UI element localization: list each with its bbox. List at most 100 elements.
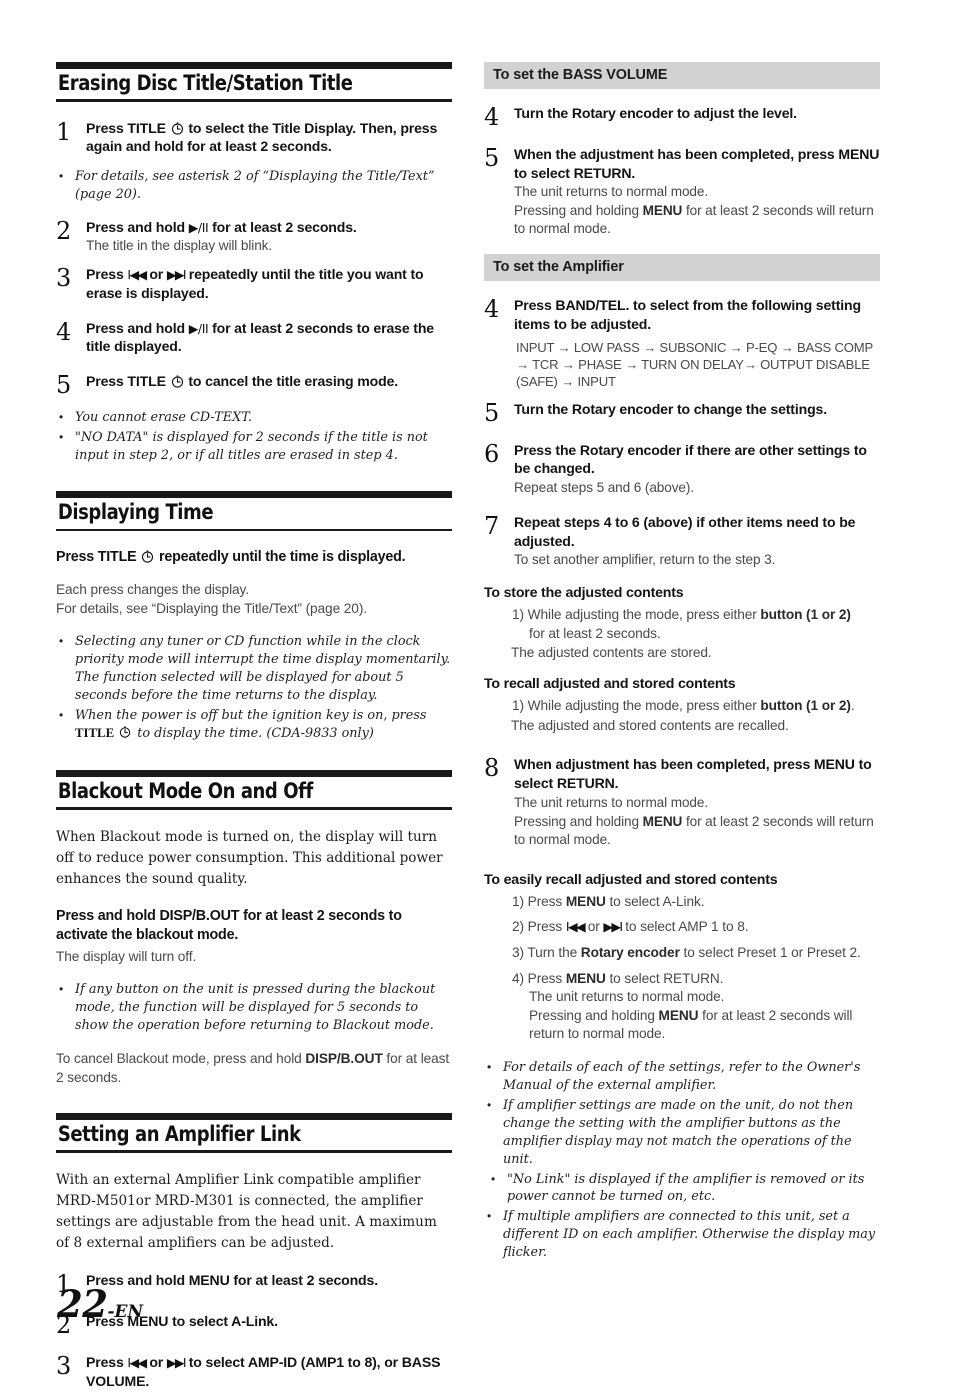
step-number: 4: [484, 295, 500, 324]
closing-line: To cancel Blackout mode, press and hold …: [56, 1050, 450, 1085]
step-subtext: The title in the display will blink.: [86, 238, 273, 254]
heading-rule-top: [56, 769, 452, 777]
step-number: 8: [484, 754, 500, 783]
section-title: Displaying Time: [57, 500, 214, 526]
step-number: 5: [56, 370, 72, 399]
ordered-list: 1) While adjusting the mode, press eithe…: [511, 697, 880, 735]
list-subtext: The unit returns to normal mode.: [529, 989, 725, 1005]
section-title: Blackout Mode On and Off: [57, 778, 313, 804]
list-note: The adjusted contents are stored.: [511, 645, 712, 661]
note-item: • If multiple amplifiers are connected t…: [484, 1208, 880, 1262]
note-item: • For details, see asterisk 2 of “Displa…: [56, 168, 452, 204]
list-item: 1) Press MENU to select A-Link.: [512, 893, 705, 909]
section-title: Erasing Disc Title/Station Title: [57, 71, 353, 96]
step-text: When the adjustment has been completed, …: [514, 146, 880, 181]
section-heading-erasing-disc-title: Erasing Disc Title/Station Title: [56, 62, 452, 102]
note-text: Selecting any tuner or CD function while…: [75, 634, 451, 704]
bullet-icon: •: [59, 708, 64, 723]
step-text: Press I◀◀ or ▶▶I to select AMP-ID (AMP1 …: [86, 1353, 441, 1389]
note-text: If any button on the unit is pressed dur…: [75, 981, 436, 1033]
bullet-icon: •: [59, 634, 64, 649]
left-column: Erasing Disc Title/Station Title 1 Press…: [56, 62, 452, 1393]
step-subtext: To set another amplifier, return to the …: [514, 552, 776, 568]
bullet-icon: •: [491, 1171, 496, 1186]
previous-track-icon: I◀◀: [565, 919, 586, 935]
step-number: 3: [56, 264, 72, 293]
step-subtext: The unit returns to normal mode.: [514, 794, 709, 810]
step-text: Press TITLE to select the Title Display.…: [86, 119, 438, 155]
step-item: 7 Repeat steps 4 to 6 (above) if other i…: [484, 513, 880, 569]
step-text: Press BAND/TEL. to select from the follo…: [514, 297, 861, 333]
section-heading-displaying-time: Displaying Time: [56, 491, 452, 532]
play-pause-icon: ▶/II: [188, 320, 209, 336]
step-item: 4 Press and hold ▶/II for at least 2 sec…: [56, 319, 452, 356]
list-item: 3) Turn the Rotary encoder to select Pre…: [512, 944, 861, 960]
section-title: Setting an Amplifier Link: [57, 1121, 301, 1147]
note-text: For details, see asterisk 2 of “Displayi…: [75, 168, 435, 202]
note-text: "NO DATA" is displayed for 2 seconds if …: [75, 429, 428, 463]
step-item: 4 Press BAND/TEL. to select from the fol…: [484, 296, 880, 389]
section-intro: When Blackout mode is turned on, the dis…: [56, 828, 443, 887]
list-note: The adjusted and stored contents are rec…: [511, 717, 789, 733]
step-item: 5 Turn the Rotary encoder to change the …: [484, 400, 880, 425]
clock-icon: [171, 375, 184, 388]
instruction-line: Press TITLE repeatedly until the time is…: [56, 549, 406, 566]
manual-page: Erasing Disc Title/Station Title 1 Press…: [0, 0, 954, 1389]
section-heading-blackout-mode: Blackout Mode On and Off: [56, 769, 452, 810]
step-subtext: Pressing and holding MENU for at least 2…: [514, 203, 874, 237]
bullet-icon: •: [487, 1060, 492, 1075]
bullet-icon: •: [59, 981, 64, 996]
note-item: • If amplifier settings are made on the …: [484, 1097, 880, 1169]
step-number: 3: [56, 1351, 72, 1380]
subsection-band-bass-volume: To set the BASS VOLUME: [484, 62, 880, 89]
step-item: 4 Turn the Rotary encoder to adjust the …: [484, 104, 880, 129]
subsection-band-amplifier: To set the Amplifier: [484, 254, 880, 282]
step-text: Repeat steps 4 to 6 (above) if other ite…: [514, 513, 856, 549]
body-line: For details, see “Displaying the Title/T…: [56, 601, 367, 617]
heading-rule-bottom: [56, 806, 452, 810]
step-item: 3 Press I◀◀ or ▶▶I repeatedly until the …: [56, 265, 452, 302]
body-line: Each press changes the display.: [56, 582, 249, 598]
note-item: • Selecting any tuner or CD function whi…: [56, 633, 452, 705]
clock-icon: [141, 550, 154, 563]
note-text: For details of each of the settings, ref…: [503, 1060, 861, 1094]
next-track-icon: ▶▶I: [166, 267, 187, 283]
note-item: • "NO DATA" is displayed for 2 seconds i…: [56, 429, 452, 465]
step-text: Press I◀◀ or ▶▶I repeatedly until the ti…: [86, 266, 424, 301]
step-text: Press and hold ▶/II for at least 2 secon…: [86, 218, 357, 235]
ordered-list: 1) Press MENU to select A-Link. 2) Press…: [512, 893, 880, 1044]
note-text: You cannot erase CD-TEXT.: [75, 409, 252, 425]
bullet-icon: •: [59, 168, 64, 183]
subheading-store-contents: To store the adjusted contents: [484, 585, 684, 602]
right-column: To set the BASS VOLUME 4 Turn the Rotary…: [484, 62, 880, 1263]
heading-rule-top: [56, 62, 452, 69]
step-item: 3 Press I◀◀ or ▶▶I to select AMP-ID (AMP…: [56, 1353, 452, 1390]
subheading-recall-contents: To recall adjusted and stored contents: [484, 676, 736, 693]
note-item: • If any button on the unit is pressed d…: [56, 981, 452, 1035]
step-number: 2: [56, 216, 72, 245]
note-item: • When the power is off but the ignition…: [56, 707, 452, 743]
step-item: 1 Press TITLE to select the Title Displa…: [56, 119, 452, 156]
step-text: When adjustment has been completed, pres…: [514, 756, 872, 791]
step-item: 6 Press the Rotary encoder if there are …: [484, 441, 880, 497]
instruction-line: Press and hold DISP/B.OUT for at least 2…: [56, 907, 402, 943]
step-item: 5 Press TITLE to cancel the title erasin…: [56, 372, 452, 397]
note-item: • For details of each of the settings, r…: [484, 1059, 880, 1095]
note-item: • "No Link" is displayed if the amplifie…: [484, 1171, 880, 1207]
list-item: 1) While adjusting the mode, press eithe…: [512, 607, 851, 641]
page-number-suffix: -EN: [107, 1302, 144, 1322]
step-number: 5: [484, 398, 500, 427]
note-text: "No Link" is displayed if the amplifier …: [507, 1171, 865, 1205]
ordered-list: 1) While adjusting the mode, press eithe…: [511, 606, 880, 663]
step-item: 5 When the adjustment has been completed…: [484, 145, 880, 238]
heading-rule-top: [56, 1112, 452, 1120]
page-number-value: 22: [57, 1282, 108, 1326]
bullet-icon: •: [487, 1097, 492, 1112]
step-number: 1: [56, 117, 72, 146]
note-text: When the power is off but the ignition k…: [75, 708, 427, 741]
clock-icon: [171, 122, 184, 135]
next-track-icon: ▶▶I: [603, 919, 623, 935]
instruction-subtext: The display will turn off.: [56, 948, 197, 964]
bullet-icon: •: [59, 409, 64, 424]
note-text: If amplifier settings are made on the un…: [503, 1097, 854, 1167]
